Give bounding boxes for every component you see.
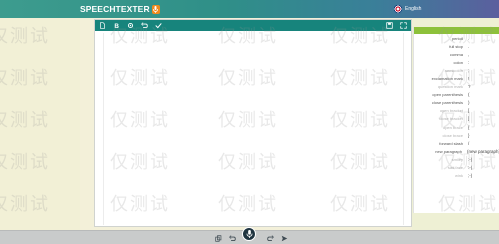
- text-editor: B: [94, 19, 412, 227]
- punctuation-symbol: .: [468, 43, 470, 49]
- bottom-bar: [0, 227, 499, 244]
- punctuation-symbol: ;-): [468, 173, 473, 179]
- punctuation-item[interactable]: wink ;-): [414, 172, 499, 180]
- spellcheck-icon[interactable]: [155, 22, 162, 29]
- punctuation-panel: period. full stop. comma, colon: semicolon; e…: [413, 27, 499, 213]
- punctuation-item[interactable]: forward slash /: [414, 139, 499, 147]
- punctuation-name: new paragraph: [435, 148, 462, 154]
- punctuation-item[interactable]: exclamation mark!: [414, 74, 499, 82]
- punctuation-symbol: /: [468, 140, 470, 146]
- punctuation-item[interactable]: comma,: [414, 50, 499, 58]
- punctuation-symbol: (new paragraph): [466, 148, 499, 154]
- punctuation-name: colon: [453, 59, 463, 65]
- punctuation-symbol: (: [468, 92, 470, 98]
- punctuation-symbol: ): [468, 100, 470, 106]
- punctuation-name: open bracket: [439, 108, 463, 114]
- punctuation-list: period. full stop. comma, colon: semicolon; e…: [414, 34, 499, 180]
- punctuation-symbol: !: [468, 76, 470, 82]
- new-document-icon[interactable]: [99, 22, 106, 29]
- punctuation-item[interactable]: full stop.: [414, 42, 499, 50]
- punctuation-symbol: }: [468, 132, 470, 138]
- punctuation-symbol: [: [468, 108, 470, 114]
- settings-icon[interactable]: [127, 22, 134, 29]
- punctuation-name: sad face: [447, 165, 463, 171]
- editor-toolbar: B: [95, 20, 411, 31]
- punctuation-name: open parenthesis: [432, 92, 463, 98]
- punctuation-item[interactable]: close bracket]: [414, 115, 499, 123]
- punctuation-name: full stop: [449, 43, 463, 49]
- punctuation-item[interactable]: sad face :-(: [414, 164, 499, 172]
- punctuation-item[interactable]: semicolon;: [414, 66, 499, 74]
- punctuation-item[interactable]: smiley :-): [414, 155, 499, 163]
- redo-icon[interactable]: [266, 234, 274, 242]
- punctuation-item[interactable]: period.: [414, 34, 499, 42]
- punctuation-name: close brace: [442, 132, 463, 138]
- punctuation-symbol: ;: [468, 67, 470, 73]
- punctuation-name: wink: [454, 173, 463, 179]
- punctuation-name: period: [451, 35, 463, 41]
- punctuation-symbol: ,: [468, 51, 470, 57]
- svg-text:B: B: [114, 23, 119, 29]
- language-selector[interactable]: English: [394, 4, 421, 14]
- save-icon[interactable]: [386, 22, 393, 29]
- undo-icon[interactable]: [141, 22, 148, 29]
- brand-logo[interactable]: SPEECHTEXTER: [80, 3, 160, 15]
- punctuation-symbol: {: [468, 124, 470, 130]
- brand-microphone-icon: [151, 4, 160, 14]
- editor-text-area[interactable]: [103, 33, 404, 225]
- send-icon[interactable]: [280, 234, 288, 242]
- language-label: English: [405, 6, 422, 12]
- punctuation-name: open brace: [442, 124, 463, 130]
- punctuation-symbol: :-(: [468, 165, 473, 171]
- punctuation-name: close parenthesis: [431, 100, 463, 106]
- punctuation-item[interactable]: close parenthesis): [414, 99, 499, 107]
- punctuation-symbol: :-): [468, 156, 473, 162]
- punctuation-name: exclamation mark: [431, 76, 463, 82]
- uk-flag-icon: [394, 5, 402, 13]
- microphone-icon[interactable]: [242, 227, 256, 241]
- punctuation-name: smiley: [451, 156, 463, 162]
- brand-name: SPEECHTEXTER: [80, 4, 150, 14]
- punctuation-item[interactable]: open parenthesis (: [414, 91, 499, 99]
- punctuation-item[interactable]: question mark?: [414, 83, 499, 91]
- left-pane: [0, 18, 80, 230]
- punctuation-item[interactable]: new paragraph (new paragraph): [414, 147, 499, 155]
- copy-icon[interactable]: [214, 234, 222, 242]
- punctuation-item[interactable]: close brace}: [414, 131, 499, 139]
- bold-icon[interactable]: B: [113, 22, 120, 29]
- punctuation-symbol: ]: [468, 116, 470, 122]
- punctuation-symbol: :: [468, 59, 470, 65]
- punctuation-item[interactable]: open bracket [: [414, 107, 499, 115]
- punctuation-item[interactable]: colon:: [414, 58, 499, 66]
- punctuation-name: semicolon: [444, 67, 463, 73]
- punctuation-symbol: ?: [468, 84, 471, 90]
- top-bar: SPEECHTEXTER English: [0, 0, 499, 18]
- punctuation-name: forward slash: [439, 140, 463, 146]
- punctuation-panel-header: [414, 27, 499, 34]
- punctuation-item[interactable]: open brace {: [414, 123, 499, 131]
- punctuation-name: comma: [449, 51, 463, 57]
- punctuation-symbol: .: [468, 35, 470, 41]
- punctuation-name: close bracket: [439, 116, 463, 122]
- maximize-icon[interactable]: [400, 22, 407, 29]
- undo-icon[interactable]: [228, 234, 236, 242]
- punctuation-name: question mark: [437, 84, 463, 90]
